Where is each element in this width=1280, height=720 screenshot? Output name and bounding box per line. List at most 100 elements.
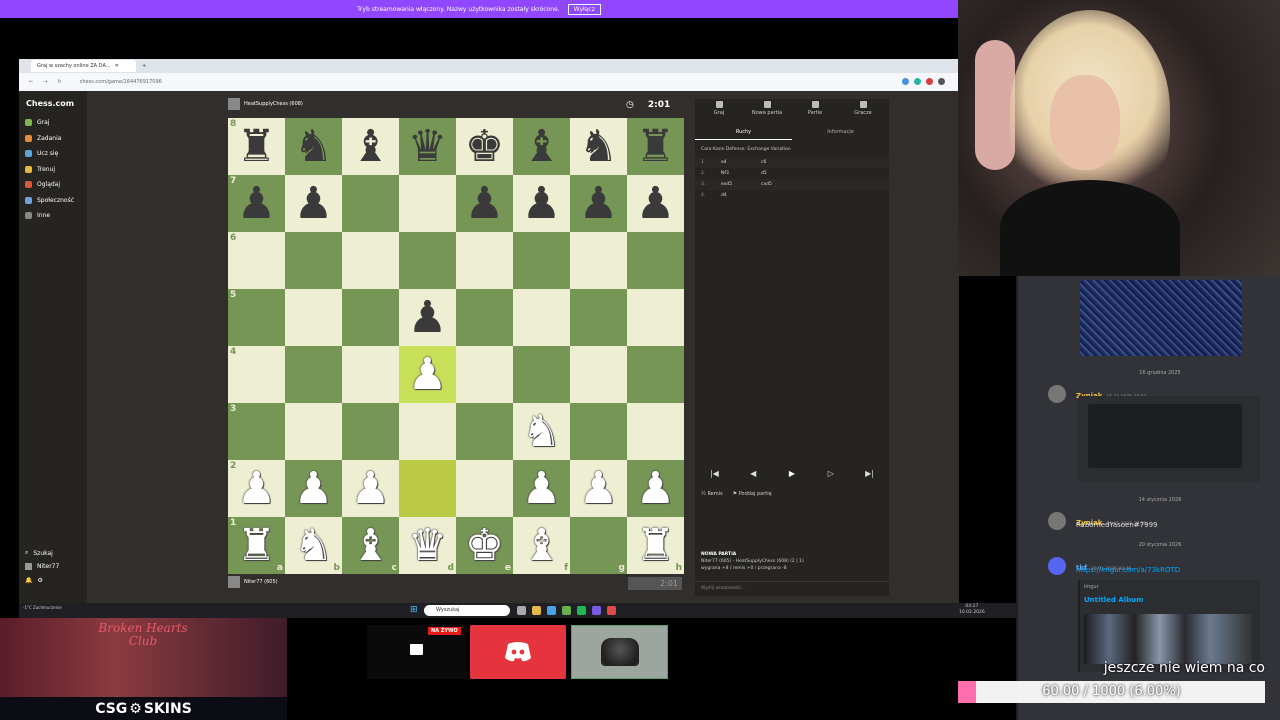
- white-pawn-icon[interactable]: ♟: [522, 466, 561, 511]
- discord-taskbar-icon[interactable]: [592, 606, 601, 615]
- taskbar-search[interactable]: Wyszukaj: [424, 605, 510, 616]
- square-d2[interactable]: [399, 460, 456, 517]
- square-c1[interactable]: c ♝: [342, 517, 399, 574]
- square-a7[interactable]: 7 ♟: [228, 175, 285, 232]
- black-pawn-icon[interactable]: ♟: [579, 181, 618, 226]
- square-b7[interactable]: ♟: [285, 175, 342, 232]
- square-b6[interactable]: [285, 232, 342, 289]
- square-f1[interactable]: f ♝: [513, 517, 570, 574]
- square-f3[interactable]: ♞: [513, 403, 570, 460]
- white-rook-icon[interactable]: ♜: [237, 523, 276, 568]
- square-a5[interactable]: 5: [228, 289, 285, 346]
- new-tab-icon[interactable]: +: [142, 63, 146, 69]
- square-d7[interactable]: [399, 175, 456, 232]
- white-knight-icon[interactable]: ♞: [522, 409, 561, 454]
- square-f6[interactable]: [513, 232, 570, 289]
- avatar[interactable]: [1048, 512, 1066, 530]
- square-d6[interactable]: [399, 232, 456, 289]
- white-move[interactable]: exd5: [721, 182, 761, 187]
- square-b8[interactable]: ♞: [285, 118, 342, 175]
- square-a6[interactable]: 6: [228, 232, 285, 289]
- top-player-avatar[interactable]: [228, 98, 240, 110]
- square-e8[interactable]: ♚: [456, 118, 513, 175]
- black-pawn-icon[interactable]: ♟: [636, 181, 675, 226]
- square-d3[interactable]: [399, 403, 456, 460]
- black-move[interactable]: d5: [761, 171, 801, 176]
- sidebar-item-5[interactable]: Społeczność: [25, 196, 74, 204]
- browser-tab[interactable]: Graj w szachy online ZA DA... ✕: [31, 60, 136, 72]
- white-pawn-icon[interactable]: ♟: [579, 466, 618, 511]
- white-pawn-icon[interactable]: ♟: [237, 466, 276, 511]
- square-a1[interactable]: 1 a ♜: [228, 517, 285, 574]
- square-c3[interactable]: [342, 403, 399, 460]
- square-d5[interactable]: ♟: [399, 289, 456, 346]
- bell-icon[interactable]: 🔔: [25, 577, 32, 584]
- square-d8[interactable]: ♛: [399, 118, 456, 175]
- chess-logo[interactable]: Chess.com: [26, 99, 74, 108]
- sidebar-search[interactable]: ⌕ Szukaj: [25, 549, 53, 557]
- windows-start-icon[interactable]: ⊞: [410, 606, 419, 615]
- square-f2[interactable]: ♟: [513, 460, 570, 517]
- disable-streaming-button[interactable]: Wyłącz: [567, 3, 601, 15]
- white-king-icon[interactable]: ♚: [465, 523, 504, 568]
- square-f8[interactable]: ♝: [513, 118, 570, 175]
- square-b4[interactable]: [285, 346, 342, 403]
- close-tab-icon[interactable]: ✕: [115, 63, 119, 69]
- square-h1[interactable]: h ♜: [627, 517, 684, 574]
- avatar[interactable]: [1048, 557, 1066, 575]
- black-pawn-icon[interactable]: ♟: [237, 181, 276, 226]
- square-c8[interactable]: ♝: [342, 118, 399, 175]
- sidebar-item-2[interactable]: Ucz się: [25, 150, 58, 157]
- white-pawn-icon[interactable]: ♟: [636, 466, 675, 511]
- chat-input[interactable]: Wyślij wiadomość...: [695, 581, 889, 595]
- square-g5[interactable]: [570, 289, 627, 346]
- white-queen-icon[interactable]: ♛: [408, 523, 447, 568]
- square-a3[interactable]: 3: [228, 403, 285, 460]
- square-h7[interactable]: ♟: [627, 175, 684, 232]
- play-button[interactable]: ▶: [776, 469, 808, 483]
- extension-icon[interactable]: [926, 78, 933, 85]
- square-e7[interactable]: ♟: [456, 175, 513, 232]
- top-player-name[interactable]: HeatSupplyChess (608): [244, 101, 303, 107]
- bottom-player-name[interactable]: Niter77 (605): [244, 579, 278, 585]
- square-c6[interactable]: [342, 232, 399, 289]
- black-bishop-icon[interactable]: ♝: [522, 124, 561, 169]
- square-h8[interactable]: ♜: [627, 118, 684, 175]
- gear-icon[interactable]: ⚙: [37, 577, 42, 584]
- last-move-button[interactable]: ▶|: [854, 469, 886, 483]
- chrome-icon[interactable]: [547, 606, 556, 615]
- embed-screenshot[interactable]: [1088, 404, 1242, 468]
- tab-new-game[interactable]: Nowa partia: [743, 101, 791, 116]
- square-h4[interactable]: [627, 346, 684, 403]
- draw-button[interactable]: ½ Remis: [701, 491, 723, 497]
- square-g6[interactable]: [570, 232, 627, 289]
- square-d1[interactable]: d ♛: [399, 517, 456, 574]
- square-g3[interactable]: [570, 403, 627, 460]
- folder-icon[interactable]: [532, 606, 541, 615]
- square-d4[interactable]: ♟: [399, 346, 456, 403]
- black-move[interactable]: cxd5: [761, 182, 801, 187]
- square-e5[interactable]: [456, 289, 513, 346]
- forward-icon[interactable]: →: [43, 79, 47, 85]
- square-f7[interactable]: ♟: [513, 175, 570, 232]
- square-a4[interactable]: 4: [228, 346, 285, 403]
- square-g8[interactable]: ♞: [570, 118, 627, 175]
- check-icon[interactable]: [562, 606, 571, 615]
- extension-icon[interactable]: [914, 78, 921, 85]
- square-b3[interactable]: [285, 403, 342, 460]
- weather-widget[interactable]: -1°C Zachmurzenie: [23, 605, 62, 610]
- white-rook-icon[interactable]: ♜: [636, 523, 675, 568]
- url-field[interactable]: chess.com/game/164476917096: [80, 79, 162, 85]
- black-pawn-icon[interactable]: ♟: [465, 181, 504, 226]
- square-c5[interactable]: [342, 289, 399, 346]
- square-c7[interactable]: [342, 175, 399, 232]
- white-move[interactable]: e4: [721, 160, 761, 165]
- black-queen-icon[interactable]: ♛: [408, 124, 447, 169]
- square-g4[interactable]: [570, 346, 627, 403]
- square-e4[interactable]: [456, 346, 513, 403]
- black-pawn-icon[interactable]: ♟: [522, 181, 561, 226]
- extension-icon[interactable]: [902, 78, 909, 85]
- square-a8[interactable]: 8 ♜: [228, 118, 285, 175]
- bottom-player-avatar[interactable]: [228, 576, 240, 588]
- discord-image-attachment[interactable]: [1080, 280, 1242, 356]
